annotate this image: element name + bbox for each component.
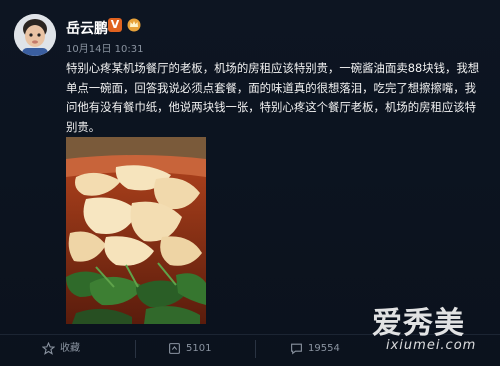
noodle-bowl-image	[66, 137, 206, 324]
comment-button[interactable]: 19554	[290, 341, 370, 357]
post-photo[interactable]	[66, 137, 206, 324]
verified-icon: V	[108, 18, 122, 32]
action-separator	[255, 340, 256, 358]
repost-count: 5101	[186, 343, 212, 354]
post-timestamp[interactable]: 10月14日 10:31	[66, 40, 143, 55]
avatar[interactable]	[14, 14, 56, 56]
watermark-logo-text: 爱秀美	[372, 306, 465, 341]
star-icon	[42, 342, 55, 355]
repost-button[interactable]: 5101	[168, 341, 248, 357]
site-watermark: 爱秀美 ixiumei.com	[372, 298, 492, 360]
username[interactable]: 岳云鹏	[66, 18, 108, 38]
post-text: 特别心疼某机场餐厅的老板，机场的房租应该特别贵，一碗酱油面卖88块钱，我想单点一…	[66, 61, 480, 134]
favorite-label: 收藏	[60, 343, 80, 354]
comment-icon	[291, 343, 302, 355]
repost-icon	[169, 343, 180, 354]
favorite-button[interactable]: 收藏	[42, 341, 122, 357]
avatar-image	[14, 14, 56, 56]
comment-count: 19554	[308, 343, 340, 354]
watermark-url: ixiumei.com	[386, 338, 477, 353]
weibo-post-card: 岳云鹏 V 10月14日 10:31 特别心疼某机场餐厅的老板，机场的房租应该特…	[0, 0, 500, 366]
action-separator	[135, 340, 136, 358]
crown-icon	[127, 18, 141, 32]
